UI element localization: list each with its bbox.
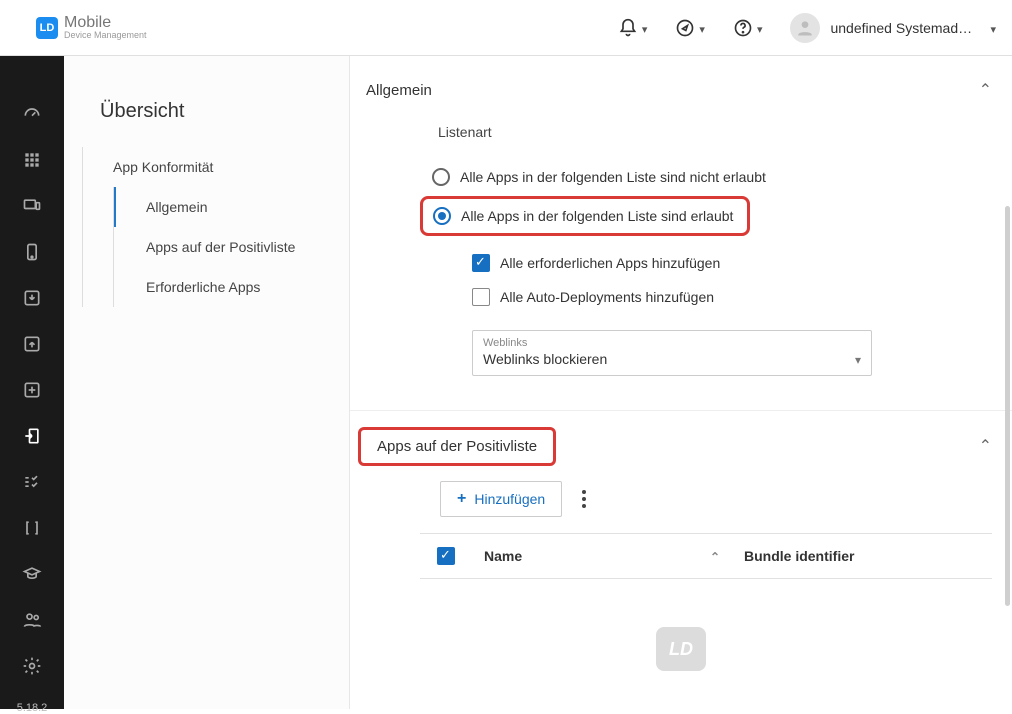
empty-table-placeholder: LD [350,579,1012,709]
chevron-down-icon [642,20,648,36]
highlight-allowed-radio: Alle Apps in der folgenden Liste sind er… [420,196,750,236]
radio-icon [433,207,451,225]
radio-not-allowed-label: Alle Apps in der folgenden Liste sind ni… [460,169,766,185]
checkbox-add-autodeploy[interactable]: Alle Auto-Deployments hinzufügen [472,280,992,314]
rail-version-label: 5.18.2 [17,702,48,714]
rail-dashboard[interactable] [16,104,48,124]
radio-allowed-label: Alle Apps in der folgenden Liste sind er… [461,208,733,224]
user-menu[interactable]: undefined Systemadmi... [790,13,996,43]
avatar [790,13,820,43]
radio-allowed[interactable]: Alle Apps in der folgenden Liste sind er… [429,203,737,229]
rail-education[interactable] [16,564,48,584]
rail-import[interactable] [16,288,48,308]
column-header-name[interactable]: Name [472,548,732,564]
placeholder-logo-icon: LD [656,627,706,671]
sidebar-item-required[interactable]: Erforderliche Apps [114,267,349,307]
nav-rail: 5.18.2 [0,56,64,709]
allowlist-table-header: Name Bundle identifier [420,533,992,579]
help-menu[interactable] [733,18,763,38]
import-icon [22,288,42,308]
section-general-header[interactable]: Allgemein [350,56,1012,124]
scrollbar[interactable] [1005,206,1010,606]
rail-compliance[interactable] [16,426,48,446]
main-content: Allgemein Listenart Alle Apps in der fol… [349,56,1012,709]
brand-logo: LD Mobile Device Management [36,15,147,40]
chevron-up-icon[interactable] [979,436,992,456]
rail-settings[interactable] [16,656,48,676]
add-button[interactable]: + Hinzufügen [440,481,562,517]
section-general: Allgemein Listenart Alle Apps in der fol… [350,56,1012,411]
checkbox-add-required[interactable]: Alle erforderlichen Apps hinzufügen [472,246,992,280]
checkbox-icon [472,288,490,306]
highlight-allowlist-title: Apps auf der Positivliste [358,427,556,466]
weblinks-select[interactable]: Weblinks Weblinks blockieren [472,330,872,376]
sidebar-root-appcompliance[interactable]: App Konformität [83,147,349,187]
more-actions-button[interactable] [576,484,592,514]
phone-icon [22,242,42,262]
graduation-icon [22,564,42,584]
section-allowlist-title: Apps auf der Positivliste [377,438,537,455]
checkbox-add-required-label: Alle erforderlichen Apps hinzufügen [500,255,720,271]
chevron-down-icon [757,20,763,36]
rail-devices[interactable] [16,196,48,216]
sort-asc-icon [710,548,720,564]
chevron-up-icon [979,80,992,100]
brand-badge-icon: LD [36,17,58,39]
gauge-icon [22,104,42,124]
rail-export[interactable] [16,334,48,354]
listtype-label: Listenart [420,124,992,140]
gear-icon [22,656,42,676]
section-allowlist: Apps auf der Positivliste + Hinzufügen N… [350,411,1012,709]
rail-users[interactable] [16,610,48,630]
users-icon [22,610,42,630]
sidebar-title: Übersicht [64,56,349,147]
plus-icon: + [457,490,466,508]
column-header-bundle[interactable]: Bundle identifier [732,548,992,564]
rail-enroll[interactable] [16,242,48,262]
brackets-icon [22,518,42,538]
sidebar-item-allowlist[interactable]: Apps auf der Positivliste [114,227,349,267]
export-icon [22,334,42,354]
checklist-icon [22,472,42,492]
login-icon [22,426,42,446]
help-icon [733,18,753,38]
weblinks-select-value: Weblinks blockieren [483,351,607,367]
sidebar-item-allgemein[interactable]: Allgemein [114,187,349,227]
activity-menu[interactable] [675,18,705,38]
rail-tasks[interactable] [16,472,48,492]
checkbox-icon [472,254,490,272]
brand-line2: Device Management [64,31,147,40]
rail-apps[interactable] [16,150,48,170]
compass-icon [675,18,695,38]
sidebar: Übersicht App Konformität Allgemein Apps… [64,56,349,709]
select-all-checkbox[interactable] [437,547,455,565]
triangle-down-icon [855,351,861,367]
person-icon [795,18,815,38]
weblinks-select-label: Weblinks [483,337,607,349]
brand-line1: Mobile [64,15,147,31]
bell-icon [618,18,638,38]
radio-not-allowed[interactable]: Alle Apps in der folgenden Liste sind ni… [420,158,992,196]
notifications-menu[interactable] [618,18,648,38]
app-header: LD Mobile Device Management undefined Sy… [0,0,1012,56]
rail-blank[interactable] [16,518,48,538]
grid-icon [22,150,42,170]
radio-icon [432,168,450,186]
chevron-down-icon [990,20,996,36]
add-button-label: Hinzufügen [474,491,545,507]
devices-icon [22,196,42,216]
rail-download[interactable] [16,380,48,400]
section-general-title: Allgemein [366,82,432,99]
download-icon [22,380,42,400]
username-label: undefined Systemadmi... [830,20,980,36]
chevron-down-icon [699,20,705,36]
checkbox-add-autodeploy-label: Alle Auto-Deployments hinzufügen [500,289,714,305]
